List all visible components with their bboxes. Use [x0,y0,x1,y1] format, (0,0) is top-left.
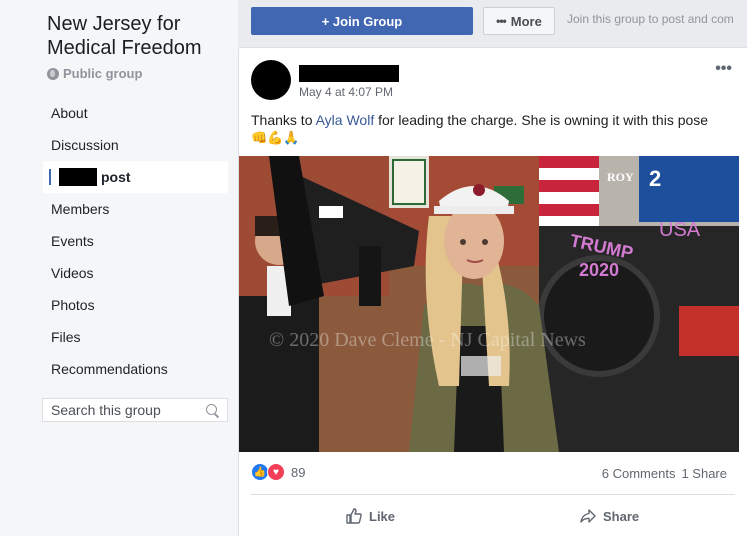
thumbs-up-icon [346,508,362,524]
redacted-text [59,168,97,186]
nav-label: post [101,169,131,185]
nav-label: Photos [51,297,95,313]
active-indicator [49,169,51,185]
group-title[interactable]: New Jersey for Medical Freedom [47,12,232,60]
post-timestamp[interactable]: May 4 at 4:07 PM [299,85,393,99]
join-group-button[interactable]: + Join Group [251,7,473,35]
post-emojis: 👊💪🙏 [251,130,300,145]
reaction-summary[interactable]: 👍 ♥ 89 [251,463,305,481]
search-input[interactable] [51,402,206,418]
more-button[interactable]: ••• More [483,7,555,35]
search-icon[interactable] [206,403,219,417]
mention-link[interactable]: Ayla Wolf [316,112,375,128]
privacy-label: Public group [63,66,143,81]
photo-illustration: 2 ROY TRUMP 2020 USA © 2020 Dave Cleme -… [239,156,739,452]
nav-item-about[interactable]: About [43,97,228,129]
nav-item-members[interactable]: Members [43,193,228,225]
post-photo[interactable]: 2 ROY TRUMP 2020 USA © 2020 Dave Cleme -… [239,156,739,452]
nav-label: Files [51,329,81,345]
post-card: May 4 at 4:07 PM ••• Thanks to Ayla Wolf… [238,47,747,536]
nav-label: Members [51,201,110,217]
post-options-icon[interactable]: ••• [715,60,732,78]
join-hint-text: Join this group to post and com [567,12,734,26]
like-label: Like [369,508,396,524]
nav-label: Events [51,233,94,249]
group-sidebar: New Jersey for Medical Freedom Public gr… [0,0,238,536]
like-button[interactable]: Like [345,503,395,529]
share-arrow-icon [580,509,596,523]
nav-item-photos[interactable]: Photos [43,289,228,321]
shares-count-link[interactable]: 1 Share [681,466,727,481]
post-text-part: Thanks to [251,112,316,128]
svg-text:2: 2 [649,166,661,191]
ellipsis-icon: ••• [496,14,507,28]
share-label: Share [603,508,640,524]
reaction-count: 89 [291,464,306,480]
love-reaction-icon: ♥ [267,463,285,481]
group-nav: About Discussion post Members Events Vid… [43,97,228,385]
nav-label: Videos [51,265,94,281]
post-text: Thanks to Ayla Wolf for leading the char… [251,111,736,130]
svg-text:2020: 2020 [579,260,619,280]
engagement-counts: 6 Comments 1 Share [602,466,727,481]
group-search[interactable] [42,398,228,422]
globe-icon [47,67,59,80]
nav-item-recommendations[interactable]: Recommendations [43,353,228,385]
redacted-author-name[interactable] [299,65,399,82]
more-label: More [510,13,542,29]
nav-label: Discussion [51,137,119,153]
share-button[interactable]: Share [579,503,639,529]
photo-sign-text: ROY [607,170,634,184]
nav-label: About [51,105,88,121]
nav-item-discussion[interactable]: Discussion [43,129,228,161]
nav-label: Recommendations [51,361,168,377]
nav-item-videos[interactable]: Videos [43,257,228,289]
divider [251,494,735,495]
group-privacy: Public group [47,66,142,81]
post-text-part: for leading the charge. She is owning it… [374,112,709,128]
nav-item-post[interactable]: post [43,161,228,193]
svg-text:USA: USA [659,219,701,241]
comments-count-link[interactable]: 6 Comments [602,466,676,481]
nav-item-files[interactable]: Files [43,321,228,353]
photo-watermark: © 2020 Dave Cleme - NJ Capital News [269,329,586,351]
nav-item-events[interactable]: Events [43,225,228,257]
avatar[interactable] [251,60,291,100]
